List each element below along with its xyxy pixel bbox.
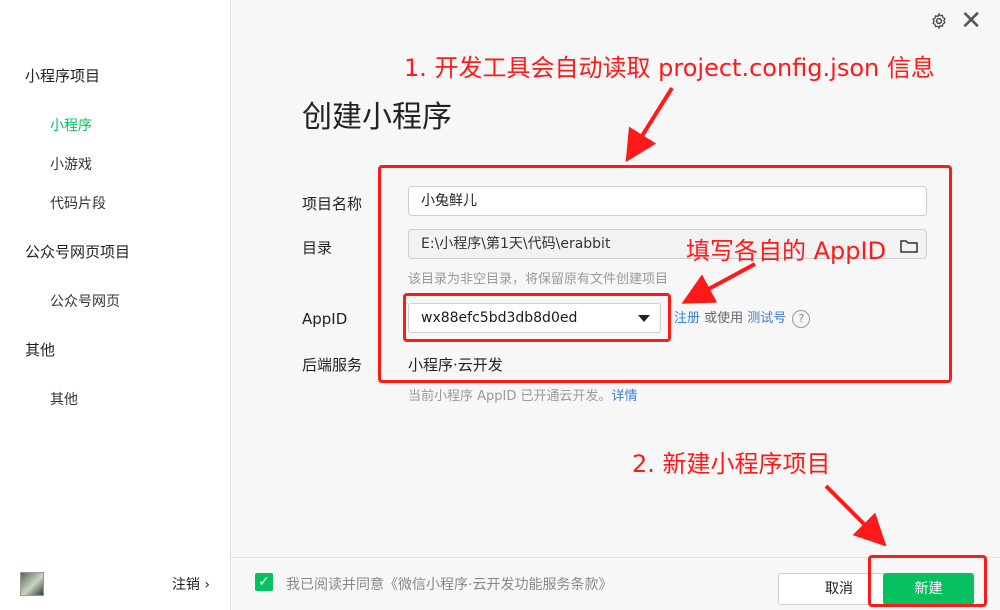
arrow-to-create (824, 484, 887, 547)
annotation-appid-box (403, 293, 671, 342)
annotation-fill-appid: 填写各自的 AppID (686, 237, 887, 265)
arrow-to-form (625, 86, 674, 163)
annotation-step2: 2. 新建小程序项目 (632, 450, 831, 478)
annotation-form-box (378, 165, 952, 383)
annotation-create-box (868, 555, 987, 607)
